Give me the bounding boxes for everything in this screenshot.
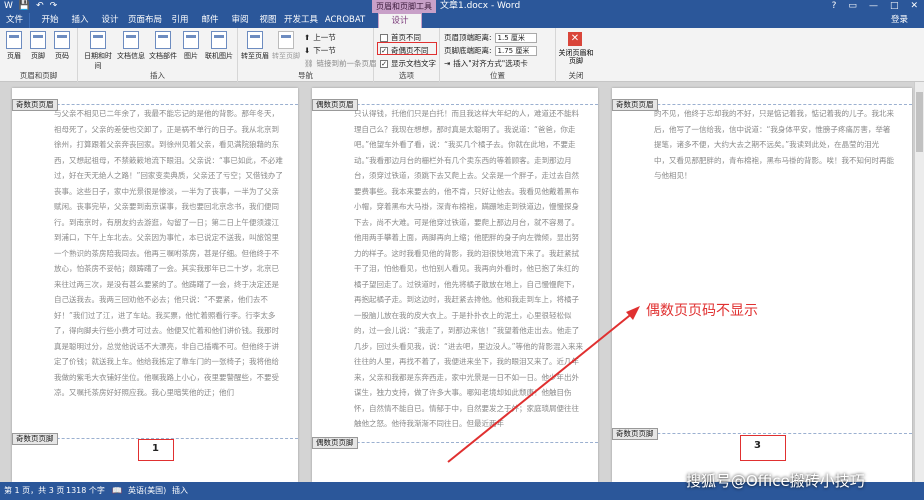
scrollbar-thumb[interactable] bbox=[916, 92, 923, 152]
language-status[interactable]: 英语(美国) bbox=[128, 482, 166, 500]
page-count-status[interactable]: 第 1 页，共 3 页 bbox=[4, 482, 64, 500]
annotation-arrow bbox=[447, 306, 640, 463]
watermark-text: 搜狐号@Office搬砖小技巧 bbox=[686, 472, 865, 490]
insert-mode-status[interactable]: 插入 bbox=[172, 482, 188, 500]
word-count-status[interactable]: 1318 个字 bbox=[66, 482, 105, 500]
annotation-text: 偶数页页码不显示 bbox=[646, 303, 758, 319]
vertical-scrollbar[interactable] bbox=[914, 82, 924, 482]
proofing-icon[interactable]: 📖 bbox=[112, 482, 122, 500]
